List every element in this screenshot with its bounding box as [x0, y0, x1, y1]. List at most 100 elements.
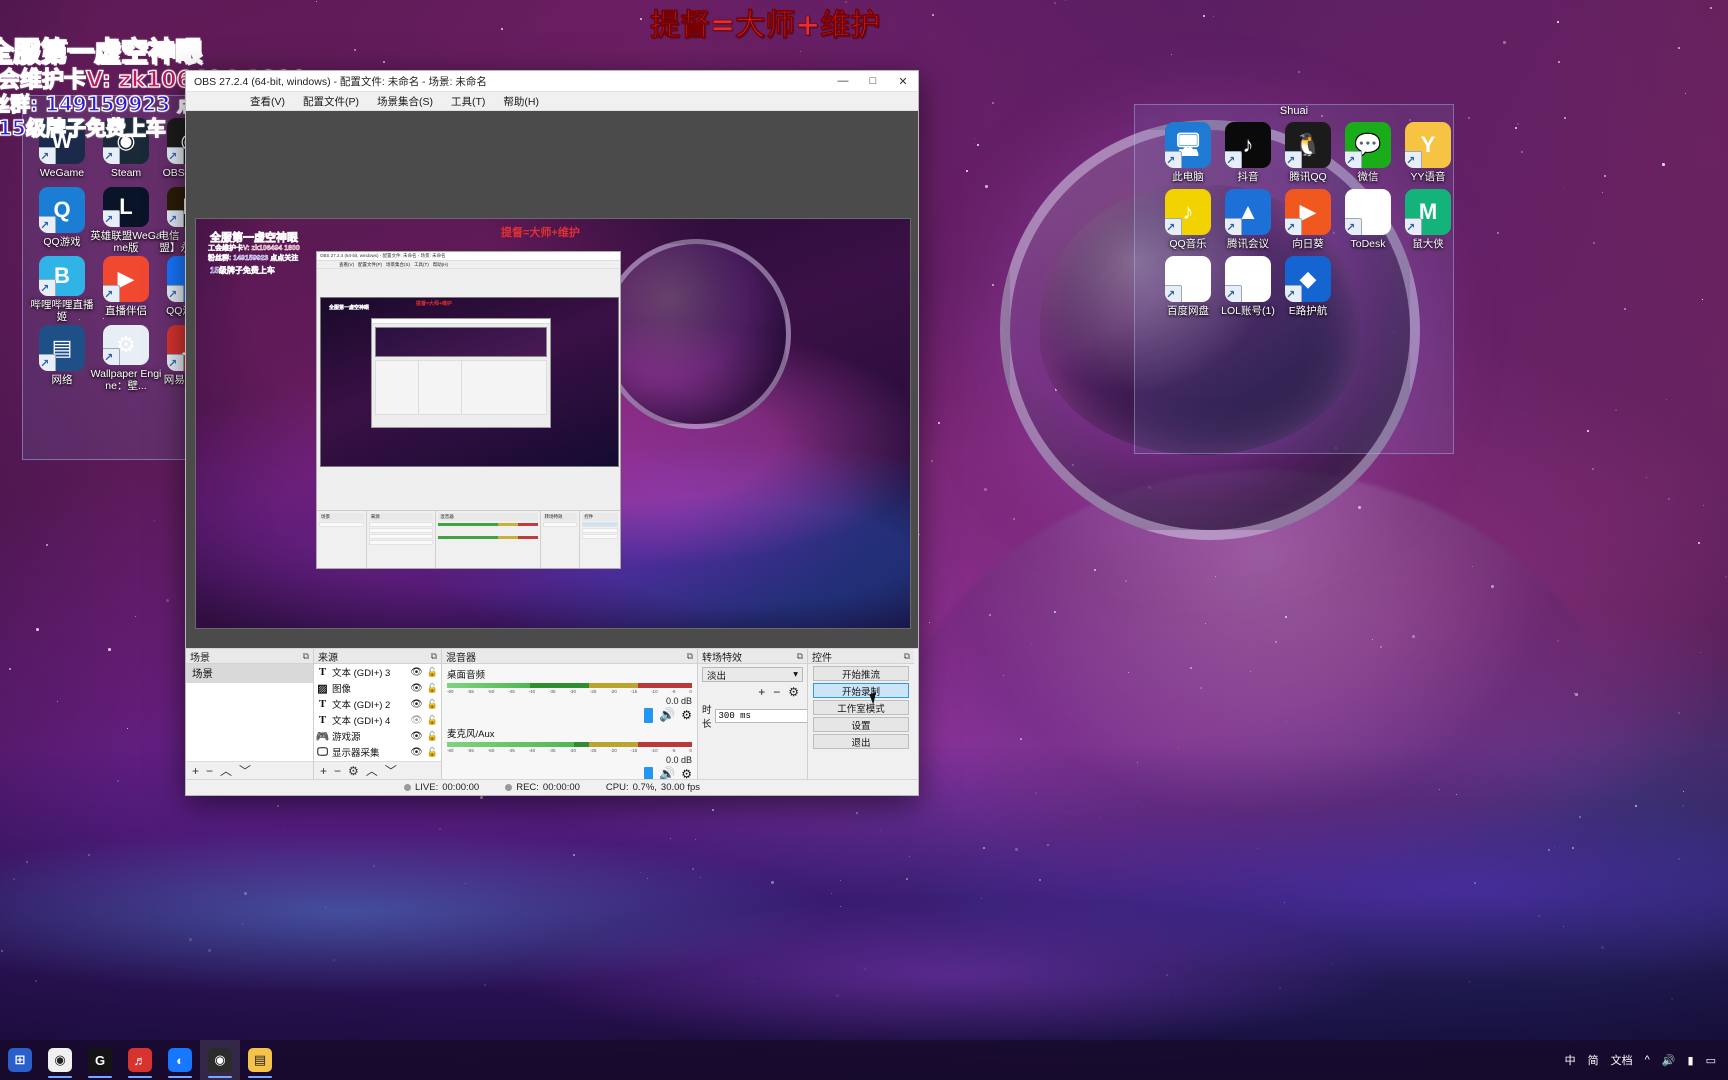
sources-toolbar-button-1[interactable]: − [334, 765, 341, 777]
scene-list[interactable]: 场景 [186, 664, 313, 761]
transition-duration-row[interactable]: 时长 ▴▾ [698, 699, 807, 730]
mixer-channel-list[interactable]: 桌面音频 -60 -55 -50 -45 -40 -35 -30 -25 -20 -15 -10 -5 0… [442, 664, 697, 779]
obs-preview-area[interactable]: 全服第一虚空神眼 工会维护卡V: zk106494 1800 粉丝群: 1491… [186, 111, 918, 648]
desktop-icon-e-road-escort-icon[interactable]: ◆ ↗ E路护航 [1272, 256, 1344, 322]
chrome-icon[interactable]: ◉ [48, 1048, 72, 1072]
sources-toolbar-button-3[interactable]: ︿ [366, 765, 378, 777]
source-lock-icon[interactable]: 🔓 [427, 731, 438, 742]
mixer-volume-slider[interactable] [644, 767, 653, 780]
taskbar-qq-browser-taskbar-icon[interactable]: ◐ [160, 1040, 200, 1080]
mixer-mute-speaker-icon[interactable]: 🔊 [659, 707, 675, 723]
desktop-icon-live-companion-icon[interactable]: ▶ ↗ 直播伴侣 [90, 256, 162, 323]
undock-icon[interactable]: ⧉ [797, 651, 803, 662]
taskbar-netease-music-taskbar-icon[interactable]: ♬ [120, 1040, 160, 1080]
source-list-item[interactable]: ▨ 图像 👁 🔓 [314, 680, 441, 696]
qq-browser-taskbar-icon[interactable]: ◐ [168, 1048, 192, 1072]
transitions-body[interactable]: 淡出 ▾ + − ⚙ 时长 ▴▾ [698, 664, 807, 779]
file-explorer-icon[interactable]: ▤ [248, 1048, 272, 1072]
mixer-controls[interactable]: 🔊 ⚙ [447, 766, 692, 779]
remove-transition-button[interactable]: − [773, 685, 780, 699]
wechat-icon[interactable]: 💬 ↗ [1345, 122, 1391, 168]
menu-item-工具T[interactable]: 工具(T) [442, 92, 494, 111]
mixer-settings-gear-icon[interactable]: ⚙ [681, 708, 692, 722]
chevron-down-icon[interactable]: ▾ [793, 669, 798, 680]
baidu-netdisk-icon[interactable]: ☁ ↗ [1165, 256, 1211, 302]
qq-games-icon[interactable]: Q ↗ [39, 187, 85, 233]
minimize-button[interactable]: — [828, 71, 858, 92]
mixer-dock[interactable]: 混音器 ⧉ 桌面音频 -60 -55 -50 -45 -40 -35 -30 -25 -20 -15… [442, 649, 698, 779]
source-list-item[interactable]: 🖵 显示器采集 👁 🔓 [314, 744, 441, 760]
obs-menu-bar[interactable]: 查看(V) 配置文件(P) 场景集合(S) 工具(T) 帮助(H) [186, 92, 918, 111]
desktop-icon-network-icon[interactable]: ▤ ↗ 网络 [26, 325, 98, 392]
sources-toolbar[interactable]: + − ⚙ ︿ ﹀ [314, 761, 441, 779]
netease-music-taskbar-icon[interactable]: ♬ [128, 1048, 152, 1072]
desktop-icon-mouse-hero-icon[interactable]: M ↗ 鼠大侠 [1392, 189, 1464, 255]
desktop-icon-yy-voice-icon[interactable]: Y ↗ YY语音 [1392, 122, 1464, 188]
source-lock-icon[interactable]: 🔓 [427, 699, 438, 710]
taskbar-chrome-icon[interactable]: ◉ [40, 1040, 80, 1080]
transition-buttons[interactable]: + − ⚙ [698, 682, 807, 699]
wallpaper-engine-icon[interactable]: ⚙ ↗ [103, 325, 149, 365]
obs-taskbar-icon[interactable]: ◉ [208, 1048, 232, 1072]
scenes-toolbar-button-1[interactable]: − [206, 765, 213, 777]
source-list-item[interactable]: T 文本 (GDI+) 3 👁 🔓 [314, 664, 441, 680]
undock-icon[interactable]: ⧉ [431, 651, 437, 662]
transitions-dock[interactable]: 转场特效 ⧉ 淡出 ▾ + − ⚙ 时长 ▴▾ [698, 649, 808, 779]
controls-dock[interactable]: 控件 ⧉ 开始推流 开始录制 工作室模式 设置 退出 [808, 649, 914, 779]
sources-toolbar-button-4[interactable]: ﹀ [385, 765, 397, 777]
windows-taskbar[interactable]: ⊞ ◉ G ♬ ◐ ◉ ▤ 中 简 文档 ^ 🔊 ▮ ▭ [0, 1040, 1728, 1080]
desktop-icon-lol-wegame-icon[interactable]: L ↗ 英雄联盟WeGame版 [90, 187, 162, 254]
source-visibility-eye-icon[interactable]: 👁 [410, 731, 423, 742]
taskbar-start-icon[interactable]: ⊞ [0, 1040, 40, 1080]
start-icon[interactable]: ⊞ [8, 1048, 32, 1072]
desktop-icon-grid-right[interactable]: 🖥 ↗ 此电脑 ♪ ↗ 抖音 🐧 ↗ 腾讯QQ 💬 ↗ 微信 Y ↗ YY语音 ♪ ↗ QQ音乐 ▲ ↗ 腾讯会议 ▶ ↗ 向… [1152, 122, 1452, 322]
source-lock-icon[interactable]: 🔓 [427, 667, 438, 678]
qq-music-icon[interactable]: ♪ ↗ [1165, 189, 1211, 235]
taskbar-file-explorer-icon[interactable]: ▤ [240, 1040, 280, 1080]
obs-title-bar[interactable]: OBS 27.2.4 (64-bit, windows) - 配置文件: 未命名… [186, 71, 918, 92]
bilibili-live-icon[interactable]: B ↗ [39, 256, 85, 296]
notification-icon[interactable]: ▭ [1706, 1054, 1716, 1067]
control-button-0[interactable]: 开始推流 [813, 666, 909, 681]
wegame-taskbar-icon[interactable]: G [88, 1048, 112, 1072]
source-list-item[interactable]: T 文本 (GDI+) 2 👁 🔓 [314, 696, 441, 712]
scenes-toolbar-button-2[interactable]: ︿ [220, 765, 232, 777]
source-list-item[interactable]: 🎮 游戏源 👁 🔓 [314, 728, 441, 744]
mixer-channel[interactable]: 桌面音频 -60 -55 -50 -45 -40 -35 -30 -25 -20 -15 -10 -5 0… [442, 664, 697, 723]
menu-item-场景集合S[interactable]: 场景集合(S) [368, 92, 442, 111]
control-button-3[interactable]: 设置 [813, 717, 909, 732]
duration-input[interactable] [715, 709, 807, 723]
lol-wegame-icon[interactable]: L ↗ [103, 187, 149, 227]
obs-studio-window[interactable]: OBS 27.2.4 (64-bit, windows) - 配置文件: 未命名… [185, 70, 919, 796]
sunflower-remote-icon[interactable]: ▶ ↗ [1285, 189, 1331, 235]
mouse-hero-icon[interactable]: M ↗ [1405, 189, 1451, 235]
text-document-icon[interactable]: ▤ ↗ [1225, 256, 1271, 302]
scene-list-item[interactable]: 场景 [186, 664, 313, 683]
sources-toolbar-button-2[interactable]: ⚙ [348, 765, 359, 777]
tencent-qq-icon[interactable]: 🐧 ↗ [1285, 122, 1331, 168]
sources-toolbar-button-0[interactable]: + [320, 765, 327, 777]
douyin-icon[interactable]: ♪ ↗ [1225, 122, 1271, 168]
scenes-toolbar-button-3[interactable]: ﹀ [239, 765, 251, 777]
todesk-icon[interactable]: T ↗ [1345, 189, 1391, 235]
menu-item-查看V[interactable]: 查看(V) [241, 92, 294, 111]
menu-item-配置文件P[interactable]: 配置文件(P) [294, 92, 368, 111]
add-transition-button[interactable]: + [758, 685, 765, 699]
desktop-icon-bilibili-live-icon[interactable]: B ↗ 哔哩哔哩直播姬 [26, 256, 98, 323]
source-visibility-eye-icon[interactable]: 👁 [410, 667, 423, 678]
source-visibility-eye-icon[interactable]: 👁 [410, 699, 423, 710]
network-icon[interactable]: ▮ [1688, 1054, 1694, 1067]
undock-icon[interactable]: ⧉ [687, 651, 693, 662]
undock-icon[interactable]: ⧉ [904, 651, 910, 662]
maximize-button[interactable]: □ [858, 71, 888, 92]
taskbar-obs-taskbar-icon[interactable]: ◉ [200, 1040, 240, 1080]
control-button-2[interactable]: 工作室模式 [813, 700, 909, 715]
desktop-icon-wallpaper-engine-icon[interactable]: ⚙ ↗ Wallpaper Engine：壁... [90, 325, 162, 392]
source-lock-icon[interactable]: 🔓 [427, 747, 438, 758]
this-pc-icon[interactable]: 🖥 ↗ [1165, 122, 1211, 168]
source-visibility-eye-icon[interactable]: 👁 [410, 715, 423, 726]
close-button[interactable]: ✕ [888, 71, 918, 92]
sources-dock[interactable]: 来源 ⧉ T 文本 (GDI+) 3 👁 🔓 ▨ 图像 👁 🔓 T 文本 (GDI+) 2 👁 🔓 T 文… [314, 649, 442, 779]
system-tray[interactable]: 中 简 文档 ^ 🔊 ▮ ▭ [1565, 1052, 1728, 1068]
transition-select[interactable]: 淡出 ▾ [702, 667, 803, 682]
